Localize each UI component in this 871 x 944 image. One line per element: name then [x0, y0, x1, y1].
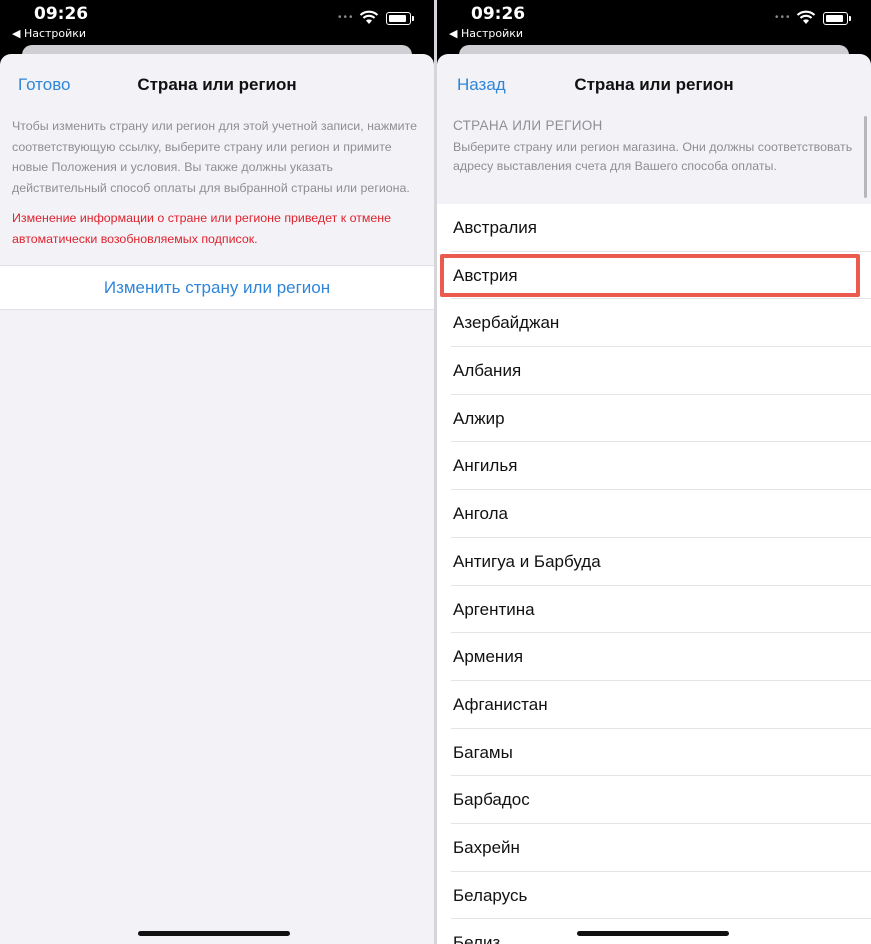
- warning-text: Изменение информации о стране или регион…: [12, 211, 392, 246]
- status-bar: 09:26 ◀ Настройки •••: [0, 0, 434, 44]
- scrollbar[interactable]: [864, 116, 867, 198]
- country-name: Багамы: [453, 742, 513, 762]
- country-name: Аргентина: [453, 599, 535, 619]
- home-indicator[interactable]: [138, 931, 290, 936]
- back-to-app-link[interactable]: ◀ Настройки: [12, 27, 86, 40]
- highlight-frame: [440, 254, 860, 297]
- country-list-item[interactable]: Бахрейн: [437, 824, 871, 872]
- status-bar: 09:26 ◀ Настройки •••: [437, 0, 871, 44]
- country-list-item[interactable]: Багамы: [437, 729, 871, 777]
- country-name: Барбадос: [453, 790, 530, 810]
- country-name: Албания: [453, 361, 522, 381]
- home-indicator[interactable]: [577, 931, 729, 936]
- country-name: Азербайджан: [453, 313, 560, 333]
- country-list-item[interactable]: Азербайджан: [437, 299, 871, 347]
- signal-icon: •••: [338, 12, 355, 23]
- country-name: Беларусь: [453, 885, 528, 905]
- wifi-icon: [359, 10, 379, 24]
- country-list: Австралия Австрия Азербайджан Албания Алжир А…: [437, 204, 871, 944]
- left-screen: 09:26 ◀ Настройки ••• Готово Страна или …: [0, 0, 434, 944]
- country-name: Австралия: [453, 218, 537, 237]
- navigation-bar: Готово Страна или регион: [0, 54, 434, 118]
- country-list-item[interactable]: Австралия: [437, 204, 871, 252]
- status-time: 09:26: [34, 4, 89, 24]
- country-list-item[interactable]: Афганистан: [437, 681, 871, 729]
- back-to-app-link[interactable]: ◀ Настройки: [449, 27, 523, 40]
- country-list-item[interactable]: Беларусь: [437, 872, 871, 920]
- change-country-row[interactable]: Изменить страну или регион: [0, 265, 434, 310]
- country-name: Ангилья: [453, 456, 518, 476]
- section-note: Выберите страну или регион магазина. Они…: [453, 140, 853, 173]
- signal-icon: •••: [775, 12, 792, 23]
- page-title: Страна или регион: [137, 75, 297, 94]
- country-name: Афганистан: [453, 694, 548, 714]
- page-title: Страна или регион: [574, 75, 734, 94]
- country-name: Ангола: [453, 504, 509, 524]
- country-name: Армения: [453, 647, 524, 667]
- country-list-item[interactable]: Аргентина: [437, 586, 871, 634]
- country-name: Бахрейн: [453, 837, 520, 857]
- country-name: Алжир: [453, 408, 505, 428]
- country-list-item[interactable]: Антигуа и Барбуда: [437, 538, 871, 586]
- country-name: Белиз: [453, 933, 501, 944]
- battery-icon: [823, 12, 851, 25]
- country-list-item[interactable]: Армения: [437, 633, 871, 681]
- country-list-item[interactable]: Ангола: [437, 490, 871, 538]
- wifi-icon: [796, 10, 816, 24]
- navigation-bar: Назад Страна или регион: [437, 54, 871, 118]
- battery-icon: [386, 12, 414, 25]
- country-list-item[interactable]: Ангилья: [437, 442, 871, 490]
- info-text: Чтобы изменить страну или регион для это…: [12, 119, 417, 195]
- right-screen: 09:26 ◀ Настройки ••• Назад Страна или р…: [437, 0, 871, 944]
- country-list-item[interactable]: Барбадос: [437, 776, 871, 824]
- modal-sheet: Готово Страна или регион Чтобы изменить …: [0, 54, 434, 944]
- country-name: Антигуа и Барбуда: [453, 551, 601, 571]
- status-time: 09:26: [471, 4, 526, 24]
- country-list-item[interactable]: Алжир: [437, 395, 871, 443]
- section-header: СТРАНА ИЛИ РЕГИОН: [453, 118, 603, 133]
- change-country-link[interactable]: Изменить страну или регион: [0, 278, 434, 298]
- country-list-item[interactable]: Албания: [437, 347, 871, 395]
- modal-sheet: Назад Страна или регион СТРАНА ИЛИ РЕГИО…: [437, 54, 871, 944]
